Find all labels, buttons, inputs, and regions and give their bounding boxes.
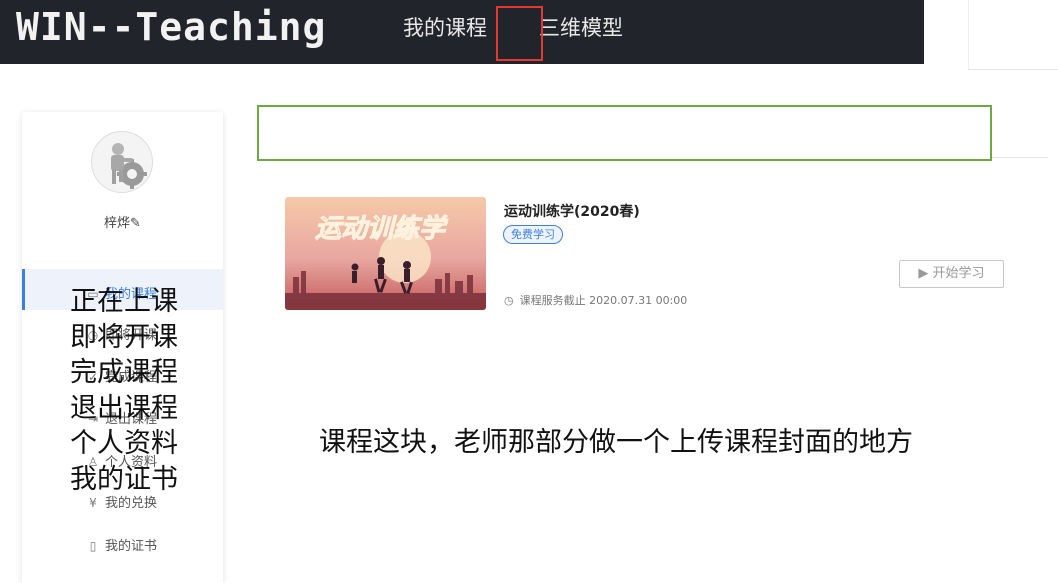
top-navbar: WIN--Teaching 我的课程 三维模型	[0, 0, 924, 64]
annotation-line: 即将开课	[70, 321, 178, 353]
username-text: 梓烨	[104, 216, 131, 231]
sidebar-item-label: 我的兑换	[105, 496, 158, 511]
site-logo[interactable]: WIN--Teaching	[16, 4, 326, 50]
annotation-line: 我的证书	[70, 463, 178, 495]
nav-my-courses[interactable]: 我的课程	[403, 14, 487, 42]
menu-active-indicator	[22, 269, 25, 310]
yen-icon: ¥	[89, 496, 97, 510]
course-cover-image[interactable]: 运动训练学	[285, 197, 486, 310]
green-highlight-box	[257, 105, 992, 161]
divider	[992, 157, 1048, 158]
edit-pencil-icon[interactable]: ✎	[130, 216, 141, 231]
robot-avatar-icon	[111, 143, 147, 189]
annotation-line: 个人资料	[70, 428, 178, 459]
start-learning-button[interactable]: ▶ 开始学习	[899, 260, 1004, 288]
service-deadline-text: 课程服务截止 2020.07.31 00:00	[519, 294, 688, 307]
annotation-line: 退出课程	[70, 392, 178, 424]
service-deadline: ◷ 课程服务截止 2020.07.31 00:00	[504, 292, 687, 308]
red-highlight-box	[496, 6, 543, 61]
annotation-line: 正在上课	[70, 286, 178, 317]
course-cover-art: 运动训练学	[285, 197, 486, 310]
certificate-icon: ▯	[89, 539, 97, 553]
username[interactable]: 梓烨✎	[22, 212, 223, 231]
sidebar-item-certificate[interactable]: ▯ 我的证书	[86, 535, 157, 554]
divider	[968, 69, 1058, 70]
course-title[interactable]: 运动训练学(2020春)	[504, 201, 640, 221]
annotation-line: 完成课程	[70, 357, 178, 388]
avatar[interactable]	[91, 131, 153, 193]
nav-3d-models[interactable]: 三维模型	[539, 14, 623, 42]
annotation-menu-list: 正在上课 即将开课 完成课程 退出课程 个人资料 我的证书	[70, 284, 178, 497]
sidebar-item-label: 我的证书	[105, 539, 158, 554]
svg-text:运动训练学: 运动训练学	[315, 214, 449, 244]
divider	[968, 0, 969, 70]
clock-icon: ◷	[504, 294, 514, 307]
free-badge: 免费学习	[503, 225, 563, 244]
annotation-note: 课程这块，老师那部分做一个上传课程封面的地方	[319, 427, 913, 458]
